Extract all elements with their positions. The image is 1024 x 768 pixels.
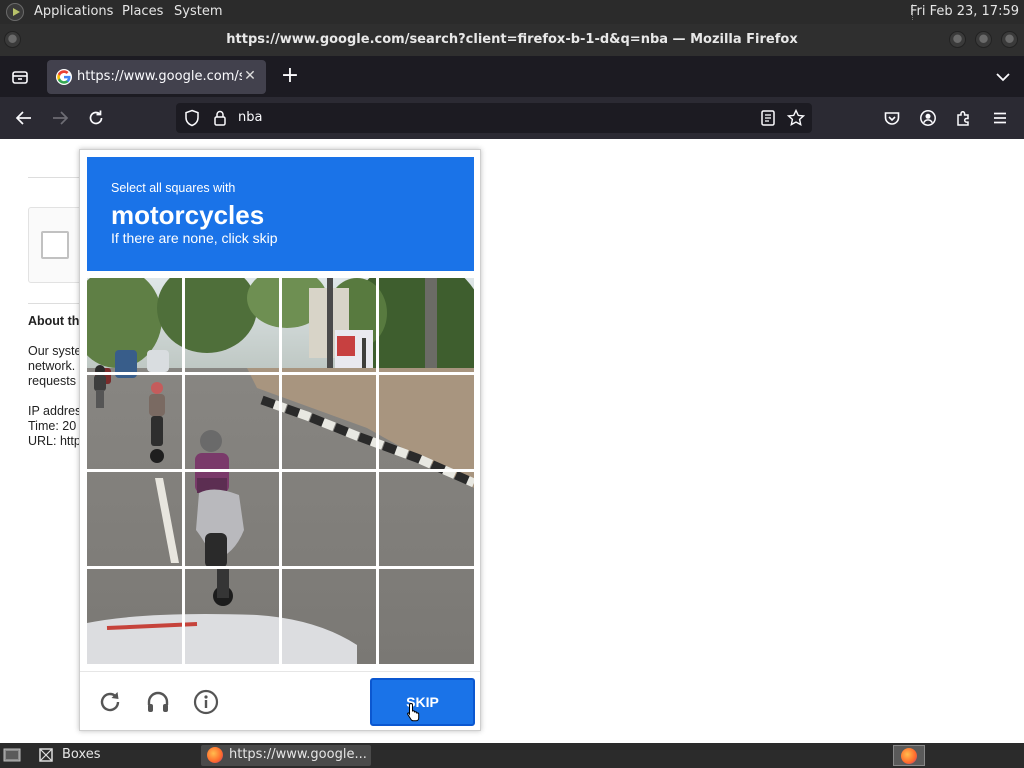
hamburger-menu-icon[interactable]: [990, 108, 1010, 128]
grid-tile[interactable]: [281, 278, 378, 375]
task-boxes[interactable]: Boxes: [34, 745, 194, 766]
about-heading: About th: [28, 314, 80, 328]
window-titlebar[interactable]: https://www.google.com/search?client=fir…: [0, 24, 1024, 56]
grid-tile[interactable]: [184, 472, 281, 569]
grid-tile[interactable]: [378, 278, 475, 375]
reload-icon[interactable]: [86, 108, 106, 128]
menu-places[interactable]: Places: [122, 4, 163, 19]
show-desktop-icon[interactable]: [3, 747, 21, 763]
url-text[interactable]: nba: [238, 110, 262, 125]
grid-tile[interactable]: [281, 375, 378, 472]
instruction-subtext: If there are none, click skip: [111, 230, 278, 246]
about-line: network.: [28, 359, 76, 373]
grid-tile[interactable]: [281, 569, 378, 666]
task-label: https://www.google...: [229, 747, 367, 762]
boxes-app-icon: [38, 747, 54, 763]
grid-tile[interactable]: [184, 278, 281, 375]
grid-tile[interactable]: [184, 569, 281, 666]
grid-tile[interactable]: [378, 472, 475, 569]
tab-title: https://www.google.com/search?client=fir…: [77, 69, 242, 84]
firefox-workspace-icon: [901, 748, 917, 764]
account-icon[interactable]: [918, 108, 938, 128]
recaptcha-challenge-dialog: Select all squares with motorcycles If t…: [79, 149, 481, 731]
about-line: URL: http: [28, 434, 81, 448]
tab-google-search[interactable]: https://www.google.com/search?client=fir…: [47, 60, 266, 94]
navigation-toolbar: nba: [0, 97, 1024, 139]
instruction-text: Select all squares with: [111, 181, 236, 195]
challenge-target: motorcycles: [111, 200, 265, 230]
close-window-button[interactable]: [1001, 31, 1018, 48]
firefox-view-icon[interactable]: [10, 67, 30, 87]
skip-button[interactable]: SKIP: [370, 678, 475, 726]
image-grid: [87, 278, 474, 664]
about-line: requests: [28, 374, 76, 388]
grid-tile[interactable]: [87, 278, 184, 375]
clock[interactable]: Fri Feb 23, 17:59: [910, 4, 1019, 19]
reader-view-icon[interactable]: [758, 108, 778, 128]
menu-system[interactable]: System: [174, 4, 222, 19]
reload-challenge-icon[interactable]: [97, 689, 123, 715]
info-icon[interactable]: [193, 689, 219, 715]
tab-strip: https://www.google.com/search?client=fir…: [0, 56, 1024, 97]
grid-tile[interactable]: [378, 569, 475, 666]
tracking-protection-shield-icon[interactable]: [182, 108, 202, 128]
recaptcha-checkbox[interactable]: [41, 231, 69, 259]
bottom-taskbar: Boxes https://www.google...: [0, 743, 1024, 768]
pocket-icon[interactable]: [882, 108, 902, 128]
hand-pointer-cursor-icon: [406, 702, 422, 722]
grid-tile[interactable]: [87, 569, 184, 666]
grid-tile[interactable]: [378, 375, 475, 472]
task-label: Boxes: [62, 747, 101, 762]
back-arrow-icon[interactable]: [14, 108, 34, 128]
top-panel: Applications Places System Fri Feb 23, 1…: [0, 0, 1024, 24]
forward-arrow-icon[interactable]: [50, 108, 70, 128]
menu-applications[interactable]: Applications: [34, 4, 113, 19]
workspace-switcher[interactable]: [893, 745, 925, 766]
extensions-puzzle-icon[interactable]: [954, 108, 974, 128]
grid-tile[interactable]: [87, 375, 184, 472]
audio-challenge-headphones-icon[interactable]: [145, 689, 171, 715]
url-bar[interactable]: nba: [176, 103, 812, 133]
distro-logo-icon[interactable]: [6, 3, 24, 21]
minimize-button[interactable]: [949, 31, 966, 48]
grid-tile[interactable]: [281, 472, 378, 569]
window-title: https://www.google.com/search?client=fir…: [226, 32, 798, 47]
bookmark-star-icon[interactable]: [786, 108, 806, 128]
grid-tile[interactable]: [184, 375, 281, 472]
window-menu-button[interactable]: [4, 31, 21, 48]
google-favicon-icon: [56, 69, 72, 85]
grid-tile[interactable]: [87, 472, 184, 569]
firefox-app-icon: [207, 747, 223, 763]
list-all-tabs-chevron-icon[interactable]: [994, 68, 1012, 86]
about-line: IP addres: [28, 404, 82, 418]
task-firefox[interactable]: https://www.google...: [201, 745, 371, 766]
maximize-button[interactable]: [975, 31, 992, 48]
lock-icon[interactable]: [210, 108, 230, 128]
about-line: Our syste: [28, 344, 82, 358]
new-tab-button[interactable]: +: [279, 65, 301, 87]
tab-close-icon[interactable]: ✕: [242, 68, 258, 84]
challenge-header: Select all squares with motorcycles If t…: [87, 157, 474, 271]
about-line: Time: 20: [28, 419, 77, 433]
